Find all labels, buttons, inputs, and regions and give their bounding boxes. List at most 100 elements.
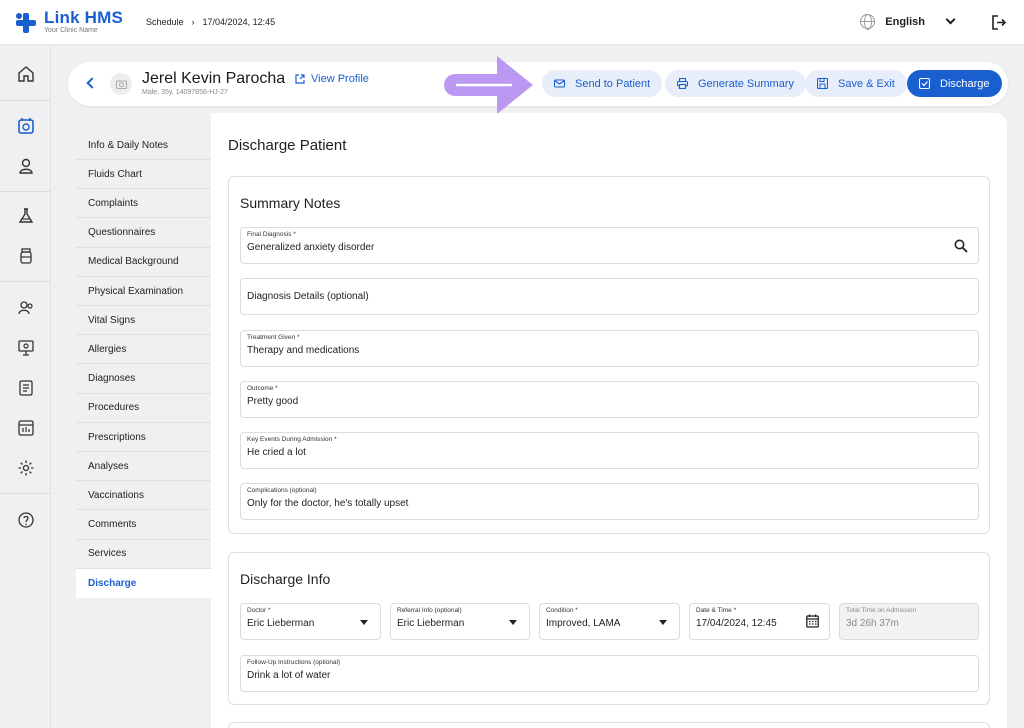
- patient-header: Jerel Kevin Parocha Male, 35y, 14097856-…: [68, 62, 1008, 106]
- summary-notes-title: Summary Notes: [240, 195, 341, 211]
- save-exit-button[interactable]: Save & Exit: [805, 70, 907, 97]
- referral-select[interactable]: Referral Info (optional) Eric Lieberman: [390, 603, 530, 640]
- menu-item[interactable]: Info & Daily Notes: [76, 131, 211, 160]
- patient-name: Jerel Kevin Parocha: [142, 70, 286, 87]
- key-events-field[interactable]: Key Events During Admission * He cried a…: [240, 432, 979, 469]
- follow-up-field[interactable]: Follow-Up Instructions (optional) Drink …: [240, 655, 979, 692]
- menu-item[interactable]: Comments: [76, 511, 211, 540]
- camera-icon: [115, 80, 127, 89]
- search-icon[interactable]: [954, 239, 968, 253]
- date-time-field[interactable]: Date & Time * 17/04/2024, 12:45: [689, 603, 830, 640]
- language-selector[interactable]: English: [860, 14, 956, 30]
- discharge-button[interactable]: Discharge: [907, 70, 1002, 97]
- outcome-field[interactable]: Outcome * Pretty good: [240, 381, 979, 418]
- patient-avatar: [110, 73, 132, 95]
- referral-label: Referral Info (optional): [397, 607, 462, 614]
- printer-icon: [677, 78, 688, 89]
- key-events-value: He cried a lot: [247, 447, 306, 458]
- top-bar: Link HMS Your Clinic Name Schedule › 17/…: [0, 0, 1024, 45]
- follow-up-value: Drink a lot of water: [247, 670, 331, 681]
- save-icon: [817, 78, 828, 89]
- breadcrumb: Schedule › 17/04/2024, 12:45: [146, 17, 275, 27]
- generate-summary-button[interactable]: Generate Summary: [665, 70, 806, 97]
- doctor-value: Eric Lieberman: [247, 618, 315, 629]
- diagnosis-details-field[interactable]: Diagnosis Details (optional): [240, 278, 979, 315]
- left-rail: [0, 45, 51, 728]
- final-diagnosis-value: Generalized anxiety disorder: [247, 242, 375, 253]
- generate-summary-label: Generate Summary: [698, 77, 794, 90]
- schedule-icon[interactable]: [0, 111, 51, 141]
- app-name: Link HMS: [44, 8, 124, 27]
- date-time-value: 17/04/2024, 12:45: [696, 618, 777, 629]
- monitor-icon[interactable]: [0, 333, 51, 363]
- logo-cross-icon: [16, 13, 36, 33]
- dropdown-caret-icon: [509, 620, 517, 625]
- hint-arrow-icon: [444, 56, 533, 114]
- breadcrumb-separator: ›: [191, 17, 195, 27]
- menu-item[interactable]: Complaints: [76, 189, 211, 219]
- menu-item[interactable]: Services: [76, 540, 211, 569]
- view-profile-label: View Profile: [311, 73, 369, 85]
- next-section-card: [228, 722, 990, 728]
- menu-item[interactable]: Prescriptions: [76, 423, 211, 452]
- menu-item[interactable]: Fluids Chart: [76, 160, 211, 190]
- chevron-down-icon: [945, 14, 956, 25]
- menu-item[interactable]: Allergies: [76, 335, 211, 365]
- treatment-given-field[interactable]: Treatment Given * Therapy and medication…: [240, 330, 979, 367]
- discharge-info-card: Discharge Info Doctor * Eric Lieberman R…: [228, 552, 990, 705]
- lab-flask-icon[interactable]: [0, 201, 51, 231]
- calendar-icon[interactable]: [806, 614, 819, 628]
- menu-item[interactable]: Discharge: [76, 569, 211, 598]
- referral-value: Eric Lieberman: [397, 618, 465, 629]
- total-time-field: Total Time on Admission 3d 26h 37m: [839, 603, 979, 640]
- date-time-label: Date & Time *: [696, 607, 737, 614]
- analytics-icon[interactable]: [0, 413, 51, 443]
- page-title: Discharge Patient: [228, 137, 347, 154]
- external-link-icon: [295, 74, 305, 84]
- discharge-info-title: Discharge Info: [240, 571, 331, 587]
- menu-item[interactable]: Analyses: [76, 452, 211, 482]
- mail-icon: [554, 79, 565, 88]
- dropdown-caret-icon: [360, 620, 368, 625]
- logout-icon[interactable]: [992, 15, 1006, 30]
- send-to-patient-button[interactable]: Send to Patient: [542, 70, 663, 97]
- menu-item[interactable]: Questionnaires: [76, 219, 211, 248]
- staff-icon[interactable]: [0, 293, 51, 323]
- condition-value: Improved, LAMA: [546, 618, 621, 629]
- breadcrumb-schedule[interactable]: Schedule: [146, 17, 184, 27]
- home-icon[interactable]: [0, 59, 51, 89]
- menu-item[interactable]: Vital Signs: [76, 306, 211, 336]
- complications-value: Only for the doctor, he's totally upset: [247, 498, 409, 509]
- medicine-bottle-icon[interactable]: [0, 241, 51, 271]
- menu-item[interactable]: Vaccinations: [76, 481, 211, 511]
- outcome-value: Pretty good: [247, 396, 299, 407]
- dropdown-caret-icon: [659, 620, 667, 625]
- app-logo[interactable]: Link HMS Your Clinic Name: [16, 9, 123, 34]
- condition-select[interactable]: Condition * Improved, LAMA: [539, 603, 680, 640]
- treatment-given-value: Therapy and medications: [247, 345, 360, 356]
- language-label: English: [885, 15, 925, 28]
- menu-item[interactable]: Procedures: [76, 394, 211, 423]
- user-icon[interactable]: [0, 151, 51, 181]
- total-time-label: Total Time on Admission: [846, 607, 917, 614]
- summary-notes-card: Summary Notes Final Diagnosis * Generali…: [228, 176, 990, 534]
- help-icon[interactable]: [0, 505, 51, 535]
- follow-up-label: Follow-Up Instructions (optional): [247, 659, 341, 666]
- condition-label: Condition *: [546, 607, 578, 614]
- back-chevron-icon[interactable]: [86, 77, 98, 89]
- treatment-given-label: Treatment Given *: [247, 334, 300, 341]
- send-to-patient-label: Send to Patient: [575, 77, 651, 90]
- patient-meta: Male, 35y, 14097856-HJ-27: [142, 89, 228, 96]
- complications-field[interactable]: Complications (optional) Only for the do…: [240, 483, 979, 520]
- doctor-select[interactable]: Doctor * Eric Lieberman: [240, 603, 381, 640]
- menu-item[interactable]: Physical Examination: [76, 277, 211, 306]
- discharge-panel: Discharge Patient Summary Notes Final Di…: [211, 113, 1007, 728]
- menu-item[interactable]: Medical Background: [76, 248, 211, 277]
- final-diagnosis-field[interactable]: Final Diagnosis * Generalized anxiety di…: [240, 227, 979, 264]
- settings-gear-icon[interactable]: [0, 453, 51, 483]
- outcome-label: Outcome *: [247, 385, 278, 392]
- menu-item[interactable]: Diagnoses: [76, 365, 211, 394]
- view-profile-link[interactable]: View Profile: [295, 73, 369, 85]
- diagnosis-details-placeholder: Diagnosis Details (optional): [247, 291, 369, 302]
- report-icon[interactable]: [0, 373, 51, 403]
